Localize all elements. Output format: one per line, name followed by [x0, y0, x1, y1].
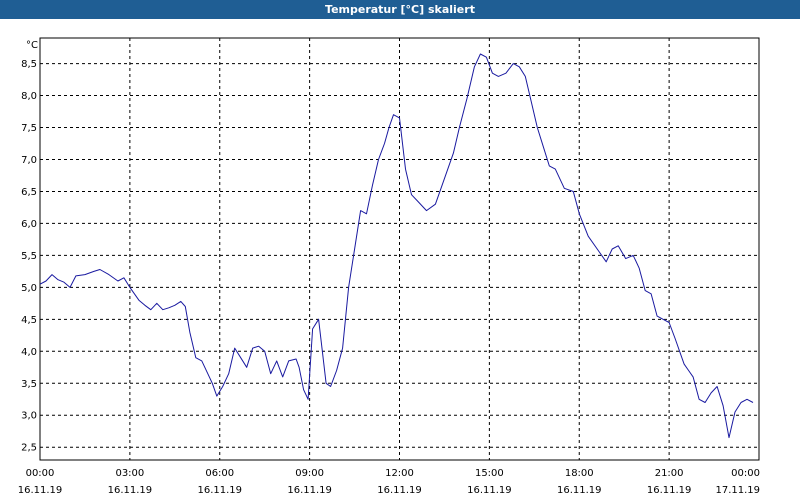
temperature-chart: 2,53,03,54,04,55,05,56,06,57,07,58,08,5 … [18, 37, 760, 496]
x-tick-time: 09:00 [295, 468, 324, 479]
y-tick-label: 7,0 [21, 155, 37, 166]
y-axis-unit: °C [26, 40, 38, 51]
y-tick-label: 6,0 [21, 219, 37, 230]
y-tick-label: 6,5 [21, 187, 37, 198]
x-axis-labels: 00:00 16.11.19 03:00 16.11.19 06:00 16.11.19 0… [18, 468, 760, 496]
x-tick-date: 16.11.19 [108, 485, 153, 496]
x-tick-time: 18:00 [565, 468, 594, 479]
y-tick-label: 8,5 [21, 59, 37, 70]
grid [40, 38, 759, 460]
y-tick-label: 5,5 [21, 251, 37, 262]
x-tick-time: 06:00 [205, 468, 234, 479]
window-title: Temperatur [°C] skaliert [0, 0, 800, 19]
temperature-series-line [39, 53, 754, 439]
y-tick-label: 4,5 [21, 315, 37, 326]
y-tick-label: 7,5 [21, 123, 37, 134]
x-tick-date: 16.11.19 [647, 485, 692, 496]
x-tick-date: 16.11.19 [287, 485, 332, 496]
x-tick-date: 16.11.19 [18, 485, 63, 496]
y-tick-label: 8,0 [21, 91, 37, 102]
x-tick-date: 16.11.19 [557, 485, 602, 496]
x-tick-date: 16.11.19 [377, 485, 422, 496]
y-tick-label: 3,5 [21, 379, 37, 390]
x-tick-time: 00:00 [731, 468, 760, 479]
y-tick-label: 3,0 [21, 411, 37, 422]
y-axis-labels: 2,5 3,0 3,5 4,0 4,5 5,0 5,5 6,0 6,5 7,0 7,5 8,0 8,5 [21, 59, 37, 454]
y-tick-label: 2,5 [21, 443, 37, 454]
x-tick-date: 16.11.19 [467, 485, 512, 496]
x-tick-time: 21:00 [655, 468, 684, 479]
x-tick-time: 15:00 [475, 468, 504, 479]
x-tick-date: 17.11.19 [715, 485, 760, 496]
x-tick-date: 16.11.19 [197, 485, 242, 496]
x-tick-time: 12:00 [385, 468, 414, 479]
series-layer [39, 53, 754, 439]
x-tick-time: 03:00 [115, 468, 144, 479]
y-tick-label: 5,0 [21, 283, 37, 294]
x-tick-time: 00:00 [26, 468, 55, 479]
y-tick-label: 4,0 [21, 347, 37, 358]
